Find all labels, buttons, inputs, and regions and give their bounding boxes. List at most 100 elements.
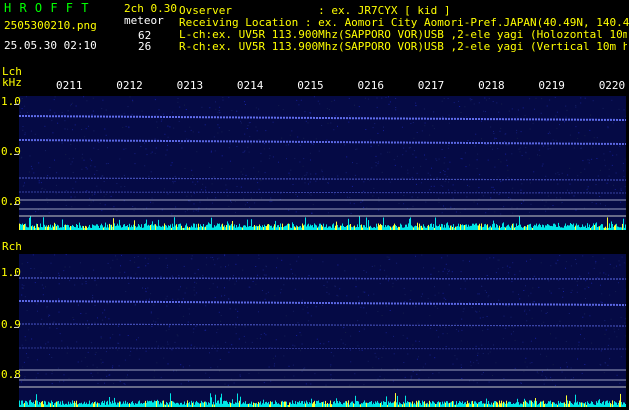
rch-meteor-bar xyxy=(516,402,517,407)
lch-meteor-bar xyxy=(387,225,388,230)
rch-noise-dot xyxy=(292,310,294,312)
rch-meteor-bar xyxy=(176,402,177,407)
lch-meteor-bar xyxy=(608,227,609,230)
lch-noise-dot xyxy=(161,209,163,211)
lch-meteor-bar xyxy=(53,226,54,230)
rch-noise-dot xyxy=(77,304,79,306)
rch-noise-dot xyxy=(157,318,159,320)
lch-noise-dot xyxy=(309,193,311,195)
lch-meteor-bar xyxy=(422,227,423,230)
rch-noise-dot xyxy=(94,280,96,282)
rch-meteor-bar xyxy=(442,401,443,407)
rch-meteor-bar xyxy=(55,402,56,407)
rch-noise-dot xyxy=(150,312,152,314)
lch-meteor-bar xyxy=(412,226,413,230)
rch-meteor-bar xyxy=(594,404,595,407)
rch-noise-dot xyxy=(165,298,167,300)
rch-noise-dot xyxy=(562,288,564,290)
rch-meteor-bar xyxy=(123,401,124,407)
lch-meteor-bar xyxy=(426,227,427,230)
rch-meteor-bar xyxy=(544,404,545,407)
lch-noise-dot xyxy=(191,195,193,197)
rch-meteor-bar xyxy=(163,400,164,407)
rch-meteor-bar xyxy=(210,393,211,407)
rch-meteor-bar xyxy=(264,403,265,407)
lch-meteor-bar xyxy=(573,223,574,230)
rch-noise-dot xyxy=(81,360,83,362)
lch-noise-dot xyxy=(508,110,510,112)
lch-meteor-bar xyxy=(496,224,497,230)
lch-meteor-bar xyxy=(479,223,480,230)
rch-noise-dot xyxy=(339,288,341,290)
rch-meteor-bar xyxy=(601,403,602,407)
rch-noise-dot xyxy=(546,355,548,357)
rch-noise-dot xyxy=(442,292,444,294)
lch-meteor-bar xyxy=(189,227,190,230)
rch-noise-dot xyxy=(51,373,53,375)
lch-noise-dot xyxy=(170,164,172,166)
lch-noise-dot xyxy=(258,139,260,141)
rch-noise-dot xyxy=(292,364,294,366)
lch-noise-dot xyxy=(388,103,390,105)
lch-noise-dot xyxy=(96,185,98,187)
rch-noise-dot xyxy=(134,257,135,258)
lch-noise-dot xyxy=(295,194,297,195)
rch-meteor-bar xyxy=(339,401,340,407)
rch-noise-dot xyxy=(21,294,23,296)
lch-noise-dot xyxy=(240,186,242,188)
lch-meteor-bar xyxy=(290,227,291,230)
lch-meteor-bar xyxy=(568,225,569,230)
rch-meteor-bar xyxy=(583,403,584,407)
rch-meteor-bar xyxy=(503,401,504,407)
rch-noise-dot xyxy=(591,342,593,344)
lch-meteor-bar xyxy=(501,227,502,230)
rch-noise-dot xyxy=(345,332,347,333)
rch-noise-dot xyxy=(126,376,128,378)
rch-noise-dot xyxy=(489,257,491,259)
rch-noise-dot xyxy=(541,310,542,312)
rch-meteor-bar xyxy=(52,402,53,407)
rch-noise-dot xyxy=(127,276,129,277)
lch-info-line: L-ch:ex. UV5R 113.900Mhz(SAPPORO VOR)USB… xyxy=(179,29,627,41)
lch-noise-dot xyxy=(490,126,492,128)
lch-noise-dot xyxy=(454,189,456,191)
lch-meteor-bar xyxy=(178,224,179,230)
rch-noise-dot xyxy=(563,291,564,292)
lch-meteor-bar xyxy=(580,227,581,230)
lch-noise-dot xyxy=(438,201,440,203)
rch-noise-dot xyxy=(102,319,104,321)
lch-meteor-bar xyxy=(46,225,47,230)
rch-meteor-bar xyxy=(285,401,286,407)
lch-noise-dot xyxy=(257,182,259,184)
lch-noise-dot xyxy=(363,206,365,208)
rch-noise-dot xyxy=(193,328,195,330)
rch-noise-dot xyxy=(566,362,568,364)
lch-noise-dot xyxy=(530,182,531,184)
rch-noise-dot xyxy=(216,332,218,334)
lch-noise-dot xyxy=(410,123,412,124)
rch-noise-dot xyxy=(221,295,222,297)
rch-meteor-bar xyxy=(488,401,489,407)
rch-noise-dot xyxy=(100,337,102,339)
lch-noise-dot xyxy=(467,184,468,186)
lch-meteor-bar xyxy=(116,225,117,230)
rch-meteor-bar xyxy=(240,396,241,407)
lch-meteor-bar xyxy=(362,227,363,230)
rch-meteor-bar xyxy=(88,403,89,407)
rch-meteor-bar xyxy=(191,400,192,407)
lch-noise-dot xyxy=(421,130,423,132)
rch-noise-dot xyxy=(167,341,168,343)
lch-noise-dot xyxy=(312,204,314,206)
lch-noise-dot xyxy=(565,116,567,118)
rch-noise-dot xyxy=(59,381,61,383)
rch-noise-dot xyxy=(526,260,527,262)
lch-noise-dot xyxy=(591,118,592,120)
lch-noise-dot xyxy=(192,131,194,133)
lch-meteor-bar xyxy=(215,226,216,230)
rch-noise-dot xyxy=(371,265,373,267)
rch-meteor-bar xyxy=(71,403,72,407)
lch-noise-dot xyxy=(420,165,422,167)
rch-meteor-bar xyxy=(278,403,279,407)
lch-noise-dot xyxy=(94,193,96,195)
y-axis-tick xyxy=(14,275,19,276)
